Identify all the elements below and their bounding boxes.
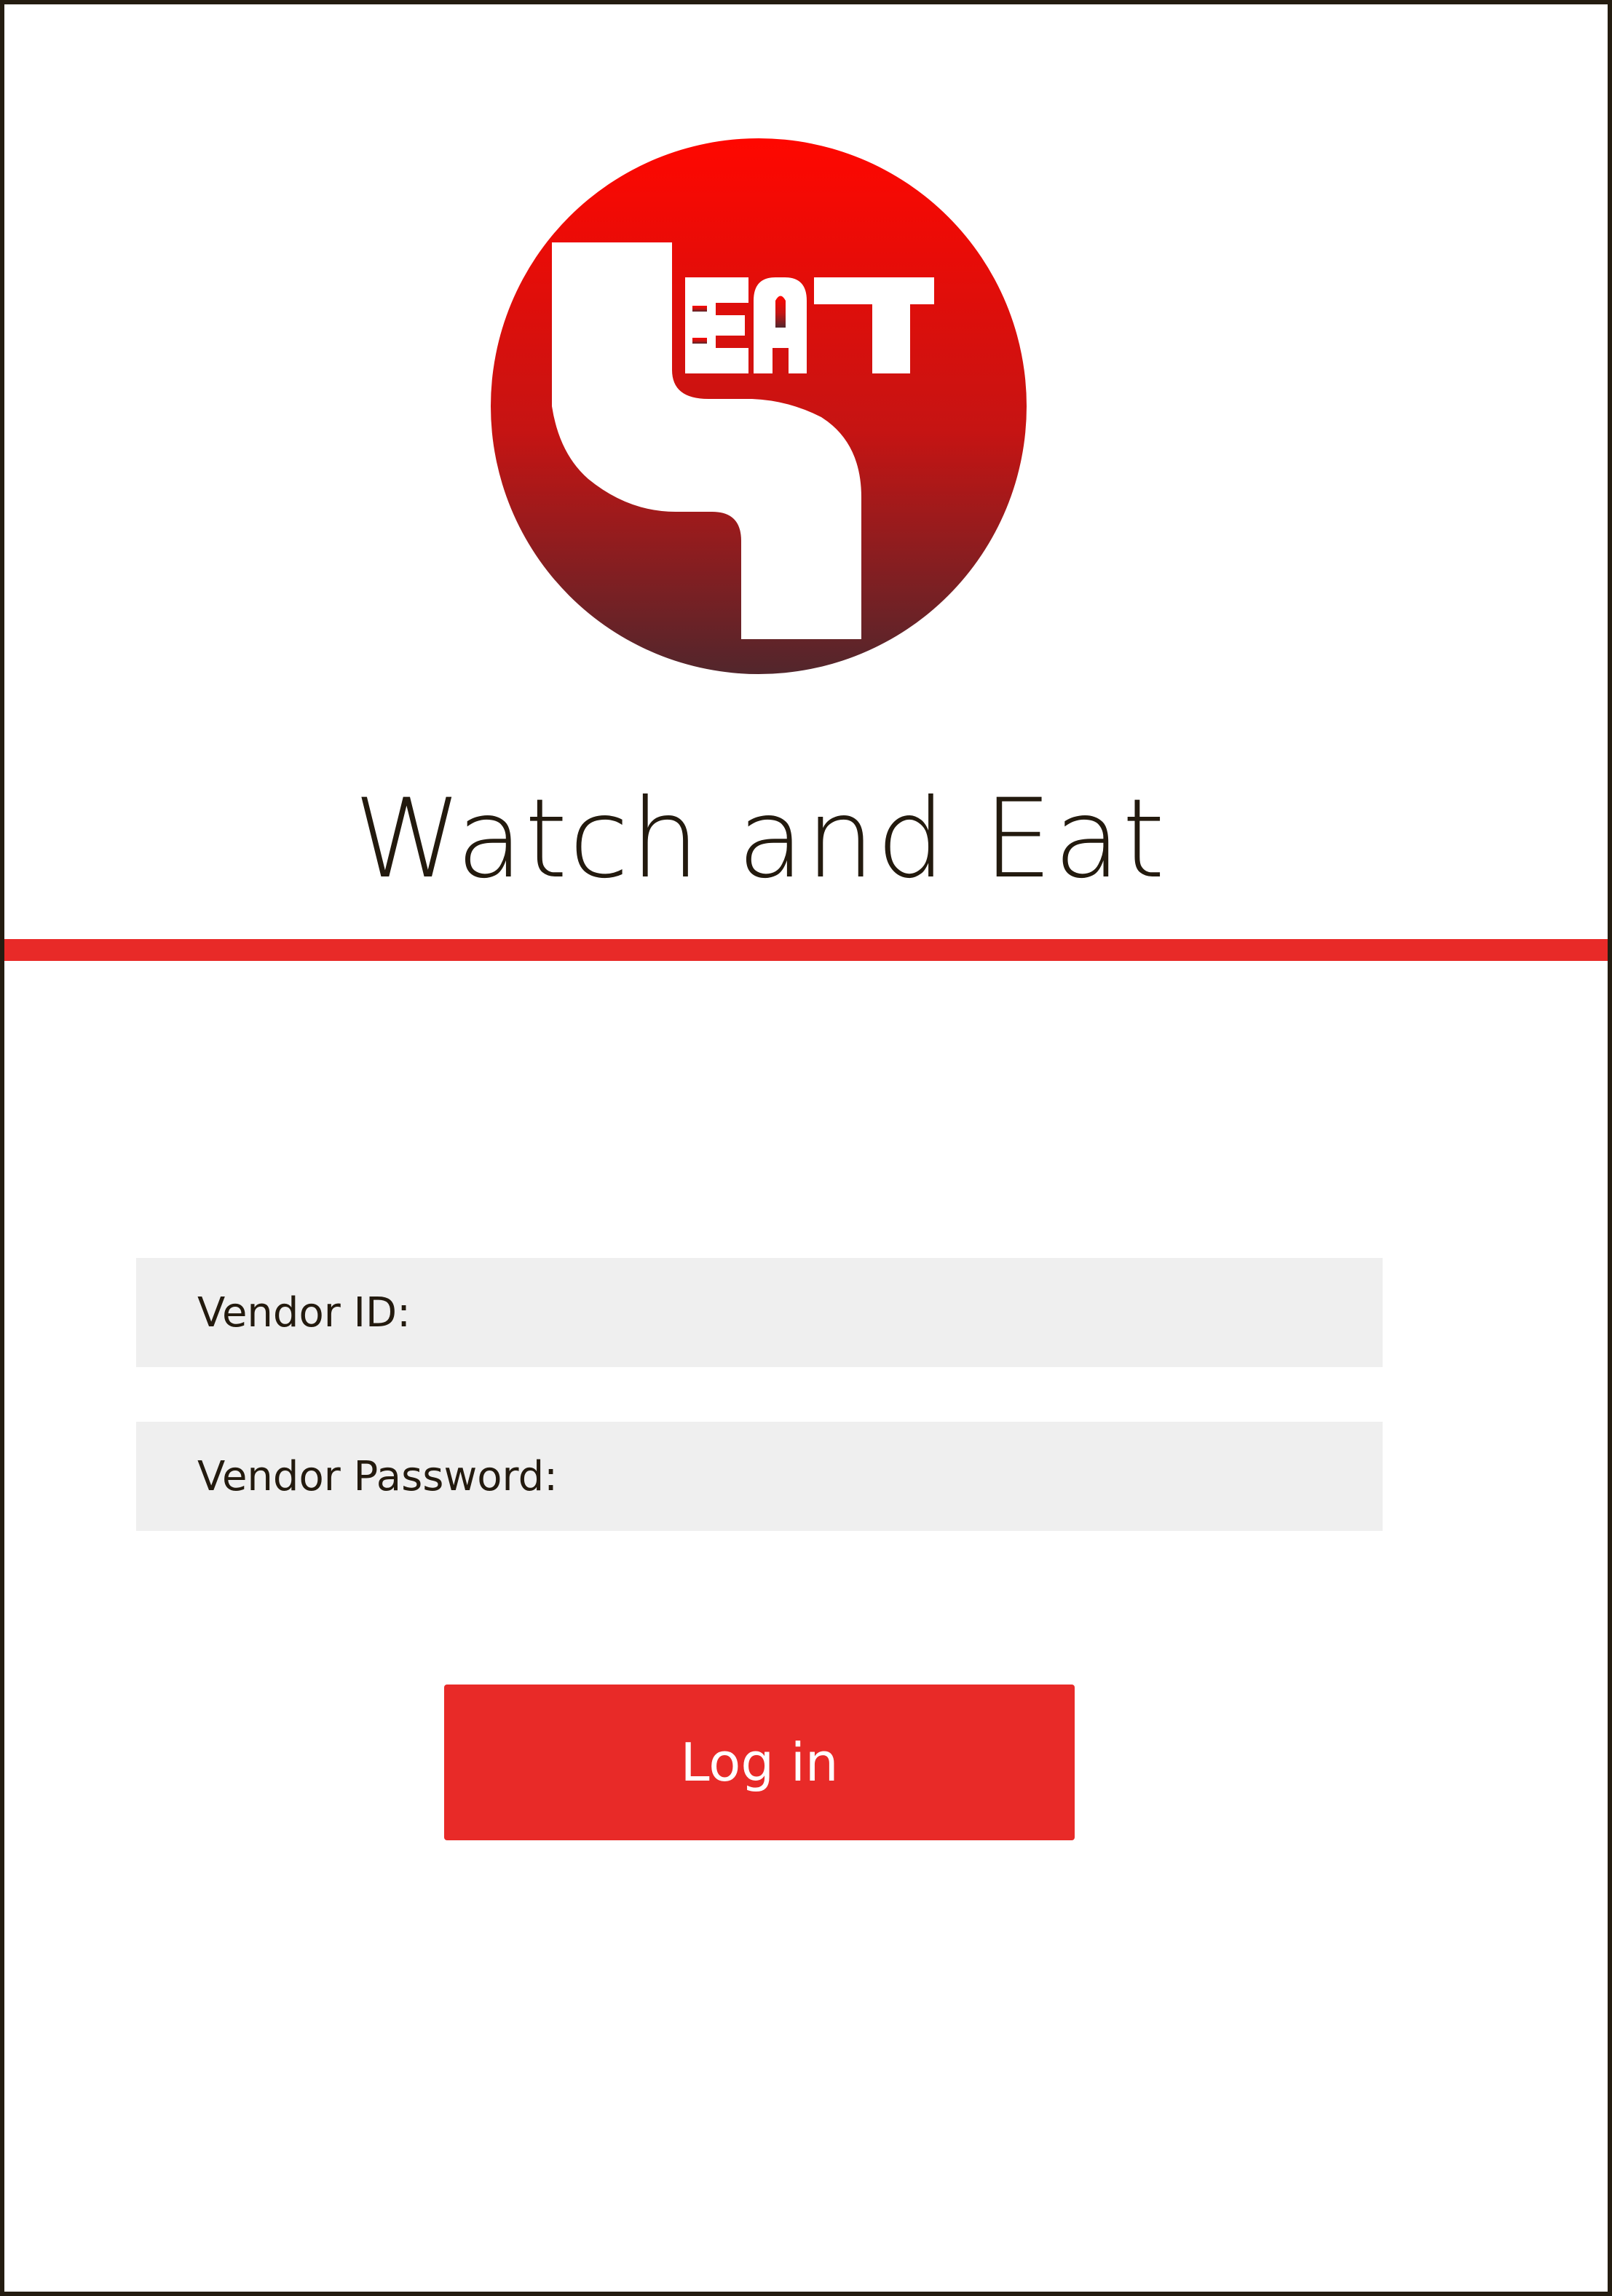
vendor-password-field[interactable]: Vendor Password: — [136, 1422, 1383, 1531]
eat-logo-icon — [490, 137, 1027, 676]
header-divider — [4, 939, 1608, 961]
vendor-password-label: Vendor Password: — [197, 1452, 558, 1500]
login-button[interactable]: Log in — [444, 1685, 1075, 1840]
login-button-label: Log in — [680, 1732, 839, 1793]
vendor-id-label: Vendor ID: — [197, 1288, 411, 1337]
vendor-id-field[interactable]: Vendor ID: — [136, 1258, 1383, 1367]
app-title: Watch and Eat — [353, 776, 1167, 903]
